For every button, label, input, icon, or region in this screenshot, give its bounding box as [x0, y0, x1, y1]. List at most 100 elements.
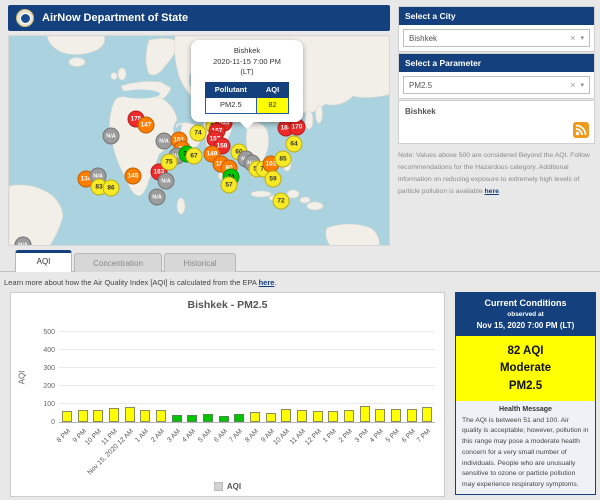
aqi-bar[interactable] — [156, 410, 166, 422]
clear-icon[interactable]: × — [567, 33, 578, 43]
chart-legend[interactable]: AQI — [11, 482, 444, 491]
parameter-select-value: PM2.5 — [404, 81, 567, 90]
aqi-bar[interactable] — [297, 410, 307, 422]
learn-more-prefix: Learn more about how the Air Quality Ind… — [4, 278, 259, 287]
city-select-value: Bishkek — [404, 34, 567, 43]
aqi-bar[interactable] — [391, 409, 401, 422]
header-bar: AirNow Department of State — [8, 5, 390, 31]
epa-here-link[interactable]: here — [259, 278, 275, 287]
aqi-map-marker[interactable]: 147 — [138, 117, 155, 134]
aqi-bar[interactable] — [250, 412, 260, 422]
aqi-bar[interactable] — [62, 411, 72, 422]
y-axis-tick-label: 200 — [25, 383, 55, 390]
aqi-bar[interactable] — [219, 416, 229, 422]
conditions-observed-at: observed at — [458, 311, 593, 318]
aqi-map-marker[interactable]: N/A — [158, 173, 175, 190]
aqi-map-marker[interactable]: 67 — [186, 148, 203, 165]
aqi-bar[interactable] — [328, 411, 338, 422]
state-department-seal-icon — [16, 9, 34, 27]
map-popup: Bishkek 2020-11-15 7:00 PM (LT) Pollutan… — [191, 40, 303, 122]
gridline — [59, 331, 435, 332]
gridline — [59, 403, 435, 404]
tab-concentration[interactable]: Concentration — [74, 253, 162, 272]
aqi-map-marker[interactable]: 75 — [161, 154, 178, 171]
conditions-pollutant: PM2.5 — [456, 378, 595, 395]
popup-datetime: 2020-11-15 7:00 PM — [196, 57, 298, 68]
aqi-bar[interactable] — [281, 409, 291, 423]
beyond-aqi-note: Note: Values above 500 are considered Be… — [398, 150, 595, 198]
feed-city-label: Bishkek — [399, 101, 594, 122]
chart-plot-area: 01002003004005008 PM9 PM10 PM11 PMNov 15… — [59, 333, 435, 423]
aqi-map-marker[interactable]: N/A — [149, 189, 166, 206]
popup-header-aqi: AQI — [256, 82, 288, 98]
legend-label: AQI — [227, 482, 241, 491]
aqi-bar[interactable] — [78, 410, 88, 422]
y-axis-tick-label: 300 — [25, 365, 55, 372]
popup-table: Pollutant AQI PM2.5 82 — [205, 82, 289, 114]
popup-pointer — [240, 122, 254, 129]
aqi-bar[interactable] — [125, 407, 135, 422]
aqi-bar[interactable] — [203, 414, 213, 422]
app-title: AirNow Department of State — [42, 12, 188, 24]
aqi-bar[interactable] — [360, 406, 370, 422]
y-axis-tick-label: 500 — [25, 329, 55, 336]
tab-historical[interactable]: Historical — [164, 253, 236, 272]
y-axis-tick-label: 100 — [25, 401, 55, 408]
aqi-map-marker[interactable]: 85 — [275, 151, 292, 168]
world-aqi-map[interactable]: N/A175147134N/A8386145163N/AN/AN/A101747… — [8, 35, 390, 246]
conditions-category: Moderate — [456, 360, 595, 377]
parameter-select[interactable]: PM2.5 × ▾ — [403, 76, 590, 94]
y-axis-tick-label: 0 — [25, 419, 55, 426]
aqi-map-marker[interactable]: N/A — [103, 128, 120, 145]
aqi-map-marker[interactable]: 86 — [103, 180, 120, 197]
note-suffix: . — [499, 188, 501, 195]
aqi-map-marker[interactable]: 57 — [221, 177, 238, 194]
current-conditions-panel: Current Conditions observed at Nov 15, 2… — [455, 292, 596, 495]
learn-more-suffix: . — [274, 278, 276, 287]
conditions-aqi-value: 82 AQI — [456, 343, 595, 360]
clear-icon[interactable]: × — [567, 80, 578, 90]
tab-aqi[interactable]: AQI — [15, 250, 72, 272]
popup-aqi-value: 82 — [256, 98, 288, 114]
note-here-link[interactable]: here — [485, 188, 499, 195]
aqi-bar[interactable] — [140, 410, 150, 422]
legend-swatch-icon — [214, 482, 223, 491]
popup-timezone: (LT) — [196, 67, 298, 78]
aqi-bar[interactable] — [422, 407, 432, 422]
health-message-text: The AQI is between 51 and 100. Air quali… — [456, 416, 595, 495]
aqi-bar[interactable] — [375, 409, 385, 422]
city-select[interactable]: Bishkek × ▾ — [403, 29, 590, 47]
health-message-title: Health Message — [456, 406, 595, 413]
aqi-bar[interactable] — [344, 410, 354, 422]
select-city-panel: Select a City Bishkek × ▾ — [398, 6, 595, 52]
aqi-map-marker[interactable]: 72 — [273, 193, 290, 210]
rss-icon[interactable] — [573, 122, 589, 138]
aqi-map-marker[interactable]: 59 — [265, 171, 282, 188]
aqi-bar[interactable] — [407, 409, 417, 422]
chevron-down-icon[interactable]: ▾ — [578, 34, 589, 42]
aqi-bar[interactable] — [109, 408, 119, 422]
conditions-datetime: Nov 15, 2020 7:00 PM (LT) — [458, 321, 593, 330]
aqi-map-marker[interactable]: 64 — [286, 136, 303, 153]
city-feed-box: Bishkek — [398, 100, 595, 144]
tab-bar: AQI Concentration Historical — [0, 250, 600, 272]
aqi-bar[interactable] — [313, 411, 323, 422]
aqi-map-marker[interactable]: N/A — [15, 237, 32, 247]
aqi-map-marker[interactable]: 74 — [190, 125, 207, 142]
gridline — [59, 349, 435, 350]
aqi-bar[interactable] — [234, 414, 244, 422]
aqi-bar[interactable] — [187, 415, 197, 422]
select-parameter-panel: Select a Parameter PM2.5 × ▾ — [398, 53, 595, 99]
select-parameter-title: Select a Parameter — [399, 54, 594, 72]
aqi-bar[interactable] — [93, 410, 103, 422]
chart-title: Bishkek - PM2.5 — [11, 299, 444, 311]
chevron-down-icon[interactable]: ▾ — [578, 81, 589, 89]
aqi-bar[interactable] — [172, 415, 182, 422]
learn-more-text: Learn more about how the Air Quality Ind… — [4, 278, 277, 287]
y-axis-tick-label: 400 — [25, 347, 55, 354]
gridline — [59, 367, 435, 368]
aqi-map-marker[interactable]: 145 — [125, 168, 142, 185]
popup-city: Bishkek — [196, 46, 298, 57]
popup-header-pollutant: Pollutant — [205, 82, 256, 98]
aqi-bar[interactable] — [266, 413, 276, 422]
